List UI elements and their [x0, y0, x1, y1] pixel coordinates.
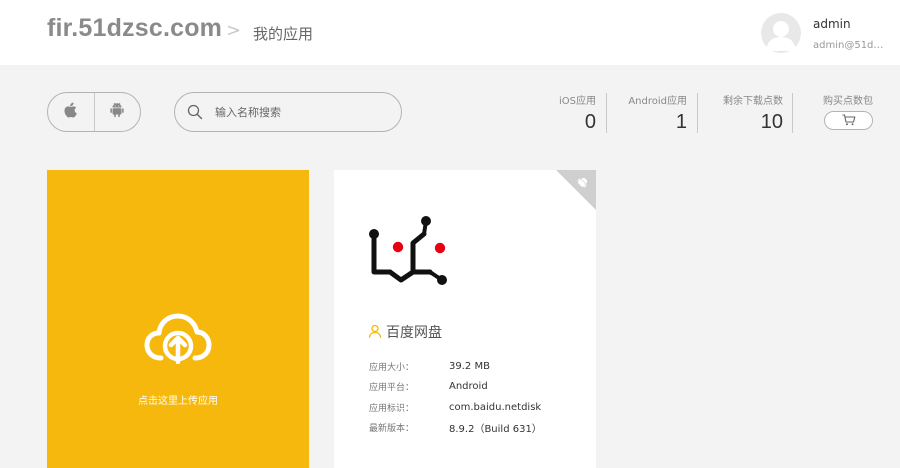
stat-android-label: Android应用: [628, 96, 687, 107]
cart-icon: [842, 111, 856, 130]
header: fir.51dzsc.com > 我的应用 admin admin@51dz..…: [0, 0, 900, 65]
buy-points-button[interactable]: [824, 111, 873, 130]
android-icon: [110, 102, 125, 122]
info-row: 应用大小： 39.2 MB: [369, 356, 542, 377]
stat-android-value: 1: [675, 111, 687, 133]
baidu-netdisk-logo: [368, 216, 450, 290]
ios-filter-button[interactable]: [48, 93, 94, 131]
info-row: 最新版本： 8.9.2（Build 631）: [369, 418, 542, 439]
info-value: Android: [449, 381, 488, 393]
info-key: 应用大小：: [369, 362, 415, 373]
info-value: 39.2 MB: [449, 360, 490, 372]
stat-ios-value: 0: [584, 111, 596, 133]
info-key: 最新版本：: [369, 424, 415, 435]
user-icon: [368, 323, 382, 342]
app-name[interactable]: 百度网盘: [386, 322, 442, 342]
avatar[interactable]: [761, 13, 801, 53]
info-row: 应用平台： Android: [369, 377, 542, 398]
stat-divider: [792, 93, 793, 133]
android-platform-tag: [556, 170, 596, 214]
cloud-upload-icon: [144, 312, 212, 368]
info-row: 应用标识： com.baidu.netdisk: [369, 397, 542, 418]
apple-icon: [64, 102, 78, 122]
stat-android: Android应用 1: [616, 92, 687, 134]
info-key: 应用标识：: [369, 403, 415, 414]
breadcrumb-separator: >: [226, 20, 242, 41]
stat-downloads: 剩余下载点数 10: [706, 92, 783, 134]
search-icon: [187, 104, 203, 124]
site-title[interactable]: fir.51dzsc.com: [47, 14, 222, 43]
android-filter-button[interactable]: [93, 93, 140, 131]
platform-filter: [47, 92, 141, 132]
search-box: [174, 92, 402, 132]
app-name-row: 百度网盘: [368, 322, 442, 342]
info-value: 8.9.2（Build 631）: [449, 424, 542, 436]
upload-card[interactable]: 点击这里上传应用: [47, 170, 309, 468]
stat-downloads-label: 剩余下载点数: [723, 96, 783, 107]
info-key: 应用平台：: [369, 383, 415, 394]
stat-divider: [606, 93, 607, 133]
buy-points-label: 购买点数包: [823, 96, 873, 107]
stat-ios-label: iOS应用: [559, 96, 596, 107]
user-name[interactable]: admin: [813, 17, 851, 31]
search-input[interactable]: [215, 103, 393, 121]
stat-ios: iOS应用 0: [538, 92, 596, 134]
upload-label: 点击这里上传应用: [138, 396, 218, 407]
app-info: 应用大小： 39.2 MB 应用平台： Android 应用标识： com.ba…: [369, 356, 542, 438]
breadcrumb-current[interactable]: 我的应用: [253, 23, 313, 44]
stat-downloads-value: 10: [760, 111, 783, 133]
user-email: admin@51dz...: [813, 40, 885, 51]
app-card[interactable]: 百度网盘 应用大小： 39.2 MB 应用平台： Android 应用标识： c…: [334, 170, 596, 468]
info-value: com.baidu.netdisk: [449, 401, 542, 413]
stat-divider: [697, 93, 698, 133]
